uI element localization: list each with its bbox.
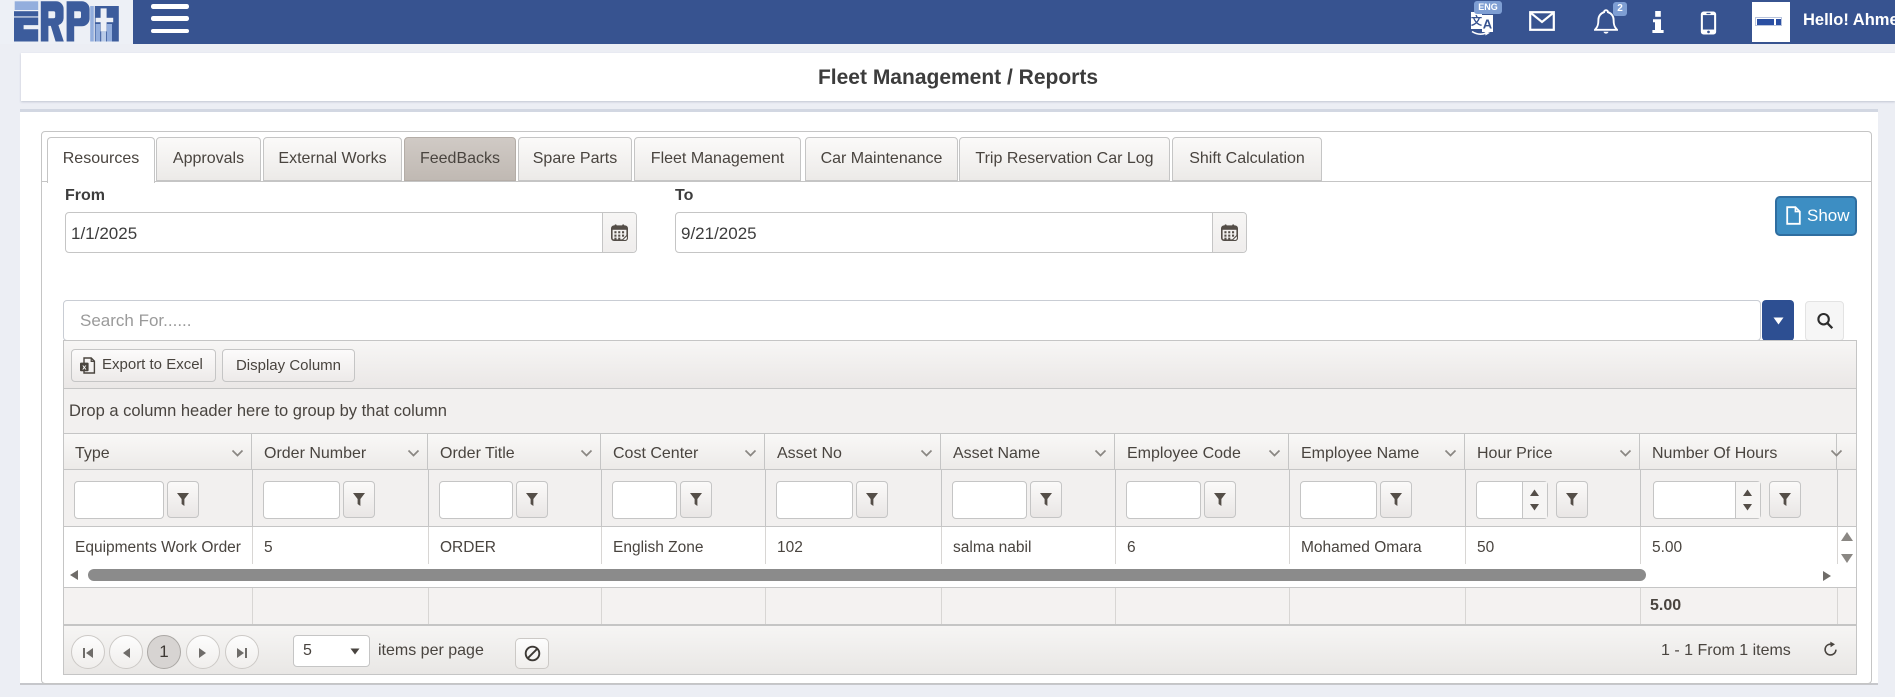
- svg-text:A: A: [1483, 17, 1493, 32]
- svg-text:文: 文: [1471, 14, 1483, 28]
